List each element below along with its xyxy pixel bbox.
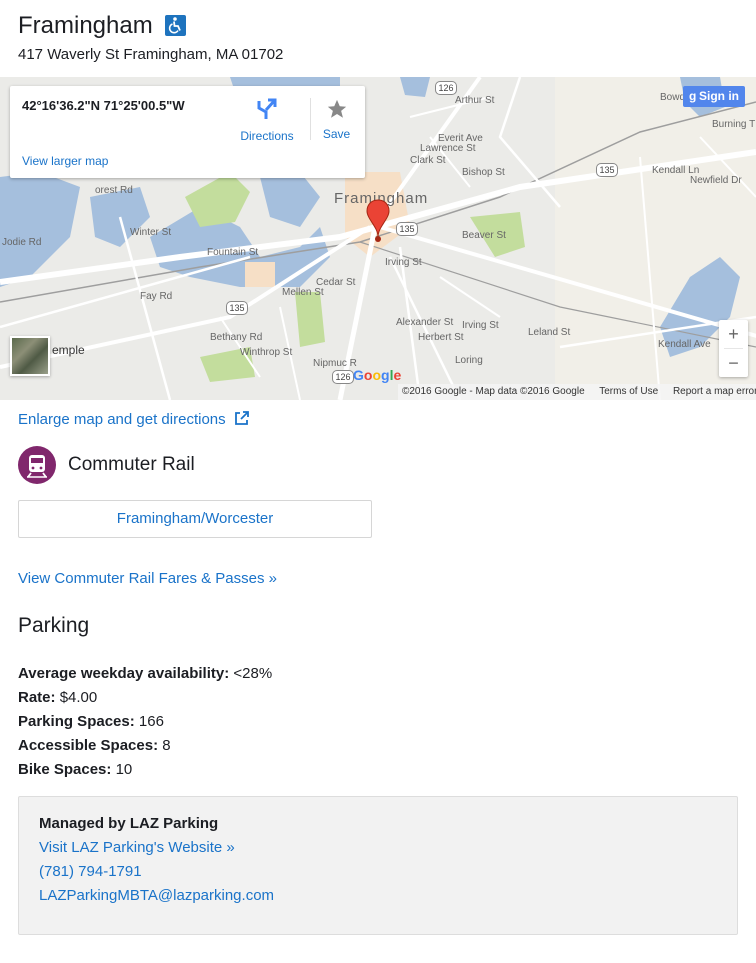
place-label: emple: [52, 343, 85, 357]
parking-fact-accessible: Accessible Spaces: 8: [18, 734, 272, 758]
external-link-icon: [234, 411, 249, 425]
street-label: Bishop St: [462, 167, 505, 178]
street-label: orest Rd: [95, 185, 133, 196]
fact-label: Accessible Spaces:: [18, 737, 159, 754]
commuter-rail-icon: [18, 446, 56, 484]
station-name: Framingham: [18, 12, 153, 39]
street-label: Fountain St: [207, 247, 259, 258]
street-label: Irving St: [462, 320, 499, 331]
parking-facts: Average weekday availability: <28% Rate:…: [18, 662, 272, 782]
zoom-control: + −: [719, 320, 748, 377]
fact-label: Parking Spaces:: [18, 713, 135, 730]
route-shield: 126: [332, 370, 354, 384]
commuter-rail-title: Commuter Rail: [68, 454, 195, 475]
directions-button[interactable]: Directions: [238, 98, 296, 143]
route-shield: 126: [435, 81, 457, 95]
fact-label: Average weekday availability:: [18, 665, 230, 682]
street-label: Jodie Rd: [2, 237, 42, 248]
station-header: Framingham 417 Waverly St Framingham, MA…: [18, 10, 283, 63]
managed-by-label: Managed by LAZ Parking: [39, 815, 219, 832]
directions-label: Directions: [240, 129, 294, 143]
satellite-toggle[interactable]: [10, 336, 50, 376]
star-icon: [327, 99, 346, 118]
street-label: Herbert St: [418, 332, 464, 343]
street-label: Leland St: [528, 327, 571, 338]
route-shield: 135: [226, 301, 248, 315]
route-shield: 135: [596, 163, 618, 177]
line-button-framingham-worcester[interactable]: Framingham/Worcester: [18, 500, 372, 538]
street-label: Bethany Rd: [210, 332, 263, 343]
street-label: Nipmuc R: [313, 358, 357, 369]
street-label: Winter St: [130, 227, 172, 238]
station-map[interactable]: Arthur St Everit Ave Lawrence St Clark S…: [0, 77, 756, 400]
enlarge-map-link[interactable]: Enlarge map and get directions: [18, 410, 250, 428]
station-address: 417 Waverly St Framingham, MA 01702: [18, 46, 284, 63]
fares-passes-link[interactable]: View Commuter Rail Fares & Passes »: [18, 570, 277, 587]
operator-website-link[interactable]: Visit LAZ Parking's Website »: [39, 836, 717, 860]
map-pin-icon[interactable]: [366, 199, 390, 243]
operator-email-link[interactable]: LAZParkingMBTA@lazparking.com: [39, 884, 717, 908]
save-label: Save: [322, 127, 351, 141]
map-info-card: 42°16'36.2"N 71°25'00.5"W Directions Sav…: [10, 86, 365, 178]
directions-icon: [257, 98, 277, 119]
fact-label: Rate:: [18, 689, 56, 706]
view-larger-map-link[interactable]: View larger map: [22, 154, 108, 168]
operator-phone-link[interactable]: (781) 794-1791: [39, 860, 717, 884]
street-label: Winthrop St: [240, 347, 293, 358]
wheelchair-icon: [165, 14, 187, 36]
fact-value: <28%: [233, 665, 273, 682]
street-label: Arthur St: [455, 95, 495, 106]
signin-label: Sign in: [699, 89, 739, 103]
street-label: Cedar St: [316, 277, 356, 288]
google-logo: Google: [353, 367, 402, 383]
parking-fact-availability: Average weekday availability: <28%: [18, 662, 272, 686]
parking-fact-bike: Bike Spaces: 10: [18, 758, 272, 782]
fact-value: 166: [138, 713, 164, 730]
route-shield: 135: [396, 222, 418, 236]
report-error-link[interactable]: Report a map error: [673, 386, 756, 397]
fact-value: $4.00: [59, 689, 98, 706]
street-label: Lawrence St: [420, 143, 476, 154]
map-attribution: ©2016 Google - Map data ©2016 Google Ter…: [398, 384, 756, 400]
parking-heading: Parking: [18, 614, 90, 637]
fact-value: 8: [162, 737, 171, 754]
attribution-text: ©2016 Google - Map data ©2016 Google: [402, 386, 585, 397]
fact-label: Bike Spaces:: [18, 761, 112, 778]
terms-link[interactable]: Terms of Use: [599, 386, 658, 397]
enlarge-map-label: Enlarge map and get directions: [18, 411, 226, 428]
fact-value: 10: [115, 761, 133, 778]
parking-fact-rate: Rate: $4.00: [18, 686, 272, 710]
google-g-icon: g: [689, 89, 697, 103]
save-button[interactable]: Save: [310, 98, 362, 141]
map-coordinates: 42°16'36.2"N 71°25'00.5"W: [22, 98, 185, 113]
street-label: Newfield Dr: [690, 175, 742, 186]
zoom-out-button[interactable]: −: [719, 349, 748, 377]
street-label: Kendall Ave: [658, 339, 711, 350]
street-label: Loring: [455, 355, 483, 366]
zoom-in-button[interactable]: +: [719, 320, 748, 348]
parking-fact-spaces: Parking Spaces: 166: [18, 710, 272, 734]
street-label: Fay Rd: [140, 291, 173, 302]
street-label: Irving St: [385, 257, 422, 268]
street-label: Alexander St: [396, 317, 454, 328]
parking-operator-box: Managed by LAZ Parking Visit LAZ Parking…: [18, 796, 738, 935]
street-label: Burning T: [712, 119, 756, 130]
street-label: Mellen St: [282, 287, 324, 298]
street-label: Beaver St: [462, 230, 506, 241]
signin-button[interactable]: g Sign in: [683, 86, 745, 107]
street-label: Clark St: [410, 155, 446, 166]
